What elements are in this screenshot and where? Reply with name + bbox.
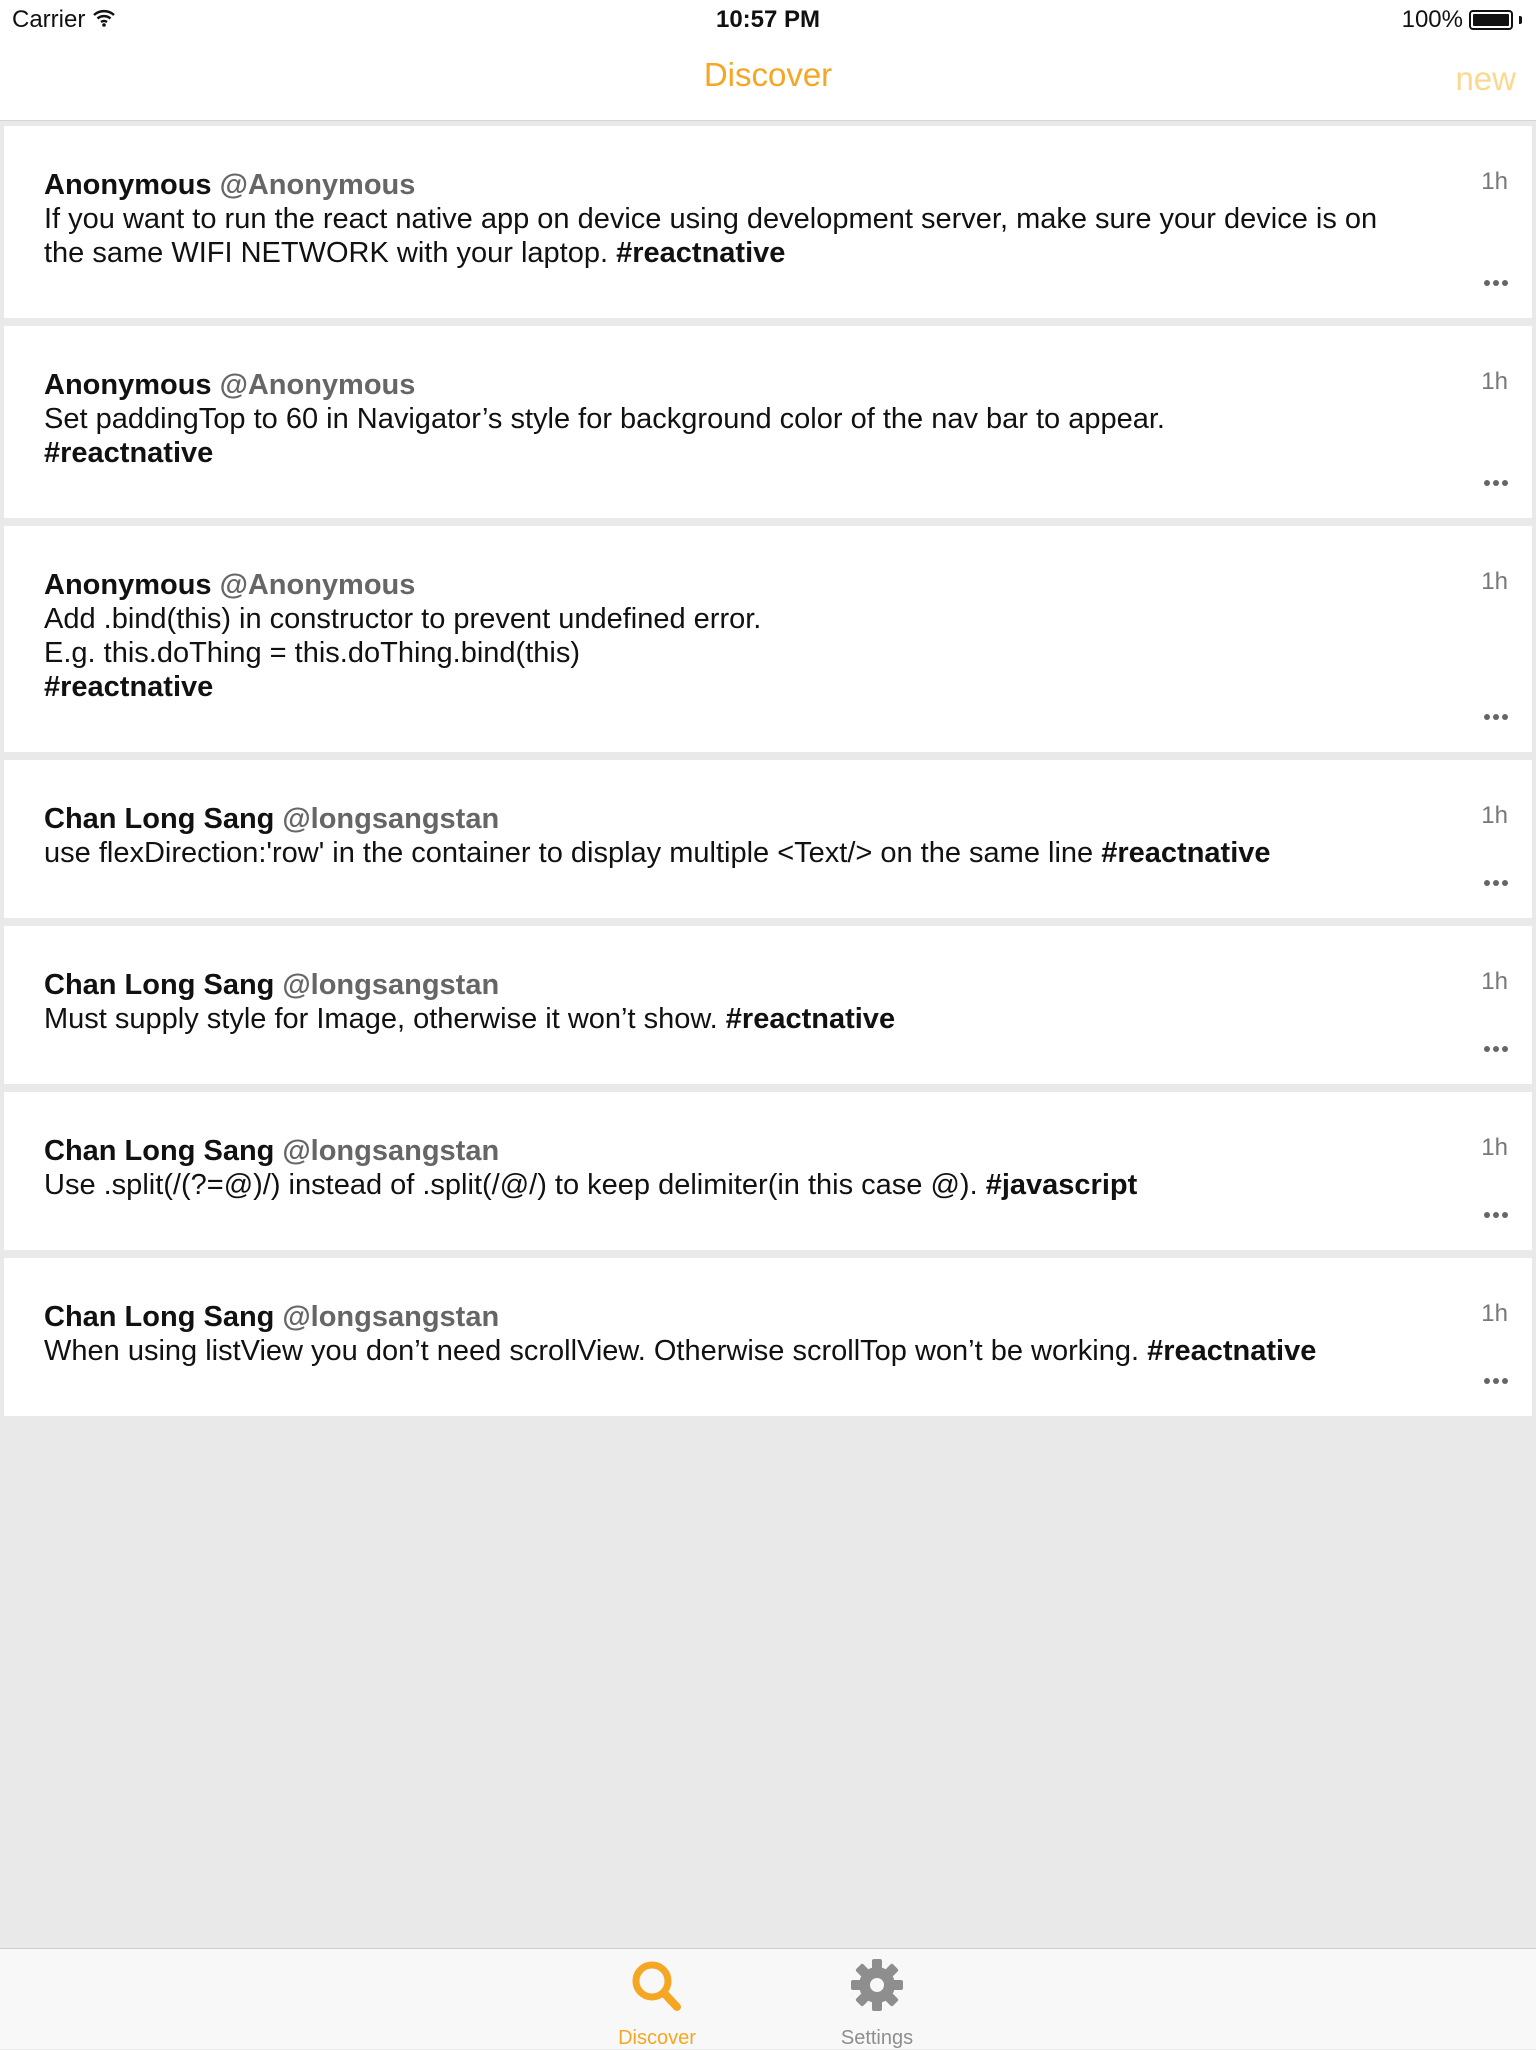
- tab-discover[interactable]: Discover: [597, 1957, 717, 2050]
- post-card[interactable]: Chan Long Sang @longsangstan Use .split(/…: [4, 1092, 1532, 1250]
- post-author[interactable]: Anonymous: [44, 569, 212, 601]
- post-time: 1h: [1481, 1300, 1508, 1327]
- post-handle[interactable]: @longsangstan: [282, 803, 499, 835]
- battery-percent: 100%: [1401, 6, 1463, 33]
- post-handle[interactable]: @longsangstan: [282, 969, 499, 1001]
- new-post-button[interactable]: new: [1455, 60, 1516, 98]
- post-handle[interactable]: @Anonymous: [220, 569, 416, 601]
- post-hashtag[interactable]: #reactnative: [726, 1003, 895, 1035]
- post-header: Anonymous @Anonymous: [44, 368, 1412, 402]
- post-handle[interactable]: @Anonymous: [220, 369, 416, 401]
- tab-discover-label: Discover: [618, 2027, 696, 2049]
- status-right: 100%: [1402, 6, 1522, 34]
- more-options-icon[interactable]: [1484, 1212, 1508, 1218]
- post-feed[interactable]: Anonymous @Anonymous If you want to run t…: [4, 126, 1532, 1424]
- post-author[interactable]: Chan Long Sang: [44, 1301, 274, 1333]
- post-header: Chan Long Sang @longsangstan: [44, 802, 1412, 836]
- post-card[interactable]: Chan Long Sang @longsangstan use flexDire…: [4, 760, 1532, 918]
- nav-title: Discover: [703, 56, 833, 93]
- post-hashtag[interactable]: #reactnative: [44, 437, 213, 469]
- post-header: Anonymous @Anonymous: [44, 568, 1412, 602]
- post-time: 1h: [1481, 1134, 1508, 1161]
- battery-nub: [1519, 16, 1522, 24]
- tab-bar: Discover Settings: [0, 1948, 1536, 2049]
- post-text: use flexDirection:'row' in the container…: [44, 837, 1102, 869]
- more-options-icon[interactable]: [1484, 880, 1508, 886]
- post-hashtag[interactable]: #reactnative: [1147, 1335, 1316, 1367]
- post-time: 1h: [1481, 568, 1508, 595]
- post-time: 1h: [1481, 802, 1508, 829]
- post-body: Set paddingTop to 60 in Navigator’s styl…: [44, 402, 1412, 470]
- post-time: 1h: [1481, 968, 1508, 995]
- more-options-icon[interactable]: [1484, 480, 1508, 486]
- post-handle[interactable]: @longsangstan: [282, 1301, 499, 1333]
- battery-icon: [1469, 10, 1513, 30]
- post-body: If you want to run the react native app …: [44, 202, 1412, 270]
- post-time: 1h: [1481, 168, 1508, 195]
- post-author[interactable]: Chan Long Sang: [44, 969, 274, 1001]
- post-body: Must supply style for Image, otherwise i…: [44, 1002, 1412, 1036]
- post-handle[interactable]: @longsangstan: [282, 1135, 499, 1167]
- post-text: Set paddingTop to 60 in Navigator’s styl…: [44, 403, 1165, 435]
- gear-icon: [817, 1957, 937, 2021]
- post-text: When using listView you don’t need scrol…: [44, 1335, 1148, 1367]
- post-text: Use .split(/(?=@)/) instead of .split(/@…: [44, 1169, 986, 1201]
- post-header: Anonymous @Anonymous: [44, 168, 1412, 202]
- tab-settings-label: Settings: [840, 2027, 914, 2049]
- search-icon: [597, 1957, 717, 2021]
- post-body: Use .split(/(?=@)/) instead of .split(/@…: [44, 1168, 1412, 1202]
- more-options-icon[interactable]: [1484, 1046, 1508, 1052]
- post-time: 1h: [1481, 368, 1508, 395]
- post-header: Chan Long Sang @longsangstan: [44, 968, 1412, 1002]
- status-bar: Carrier 10:57 PM 100%: [0, 0, 1536, 40]
- post-card[interactable]: Anonymous @Anonymous Add .bind(this) in c…: [4, 526, 1532, 752]
- tab-settings[interactable]: Settings: [817, 1957, 937, 2050]
- post-card[interactable]: Chan Long Sang @longsangstan When using l…: [4, 1258, 1532, 1416]
- more-options-icon[interactable]: [1484, 714, 1508, 720]
- post-hashtag[interactable]: #reactnative: [1101, 837, 1270, 869]
- post-card[interactable]: Anonymous @Anonymous If you want to run t…: [4, 126, 1532, 318]
- post-hashtag[interactable]: #reactnative: [44, 671, 213, 703]
- post-text: Add .bind(this) in constructor to preven…: [44, 603, 762, 669]
- post-author[interactable]: Anonymous: [44, 369, 212, 401]
- post-body: use flexDirection:'row' in the container…: [44, 836, 1412, 870]
- more-options-icon[interactable]: [1484, 1378, 1508, 1384]
- post-hashtag[interactable]: #reactnative: [616, 237, 785, 269]
- post-header: Chan Long Sang @longsangstan: [44, 1300, 1412, 1334]
- post-author[interactable]: Anonymous: [44, 169, 212, 201]
- post-body: When using listView you don’t need scrol…: [44, 1334, 1412, 1368]
- post-author[interactable]: Chan Long Sang: [44, 1135, 274, 1167]
- post-body: Add .bind(this) in constructor to preven…: [44, 602, 1412, 704]
- post-card[interactable]: Anonymous @Anonymous Set paddingTop to 60…: [4, 326, 1532, 518]
- post-header: Chan Long Sang @longsangstan: [44, 1134, 1412, 1168]
- post-author[interactable]: Chan Long Sang: [44, 803, 274, 835]
- status-time: 10:57 PM: [715, 6, 821, 33]
- post-hashtag[interactable]: #javascript: [986, 1169, 1138, 1201]
- nav-bar: Discover new: [0, 40, 1536, 121]
- post-handle[interactable]: @Anonymous: [220, 169, 416, 201]
- post-text: Must supply style for Image, otherwise i…: [44, 1003, 726, 1035]
- more-options-icon[interactable]: [1484, 280, 1508, 286]
- post-card[interactable]: Chan Long Sang @longsangstan Must supply …: [4, 926, 1532, 1084]
